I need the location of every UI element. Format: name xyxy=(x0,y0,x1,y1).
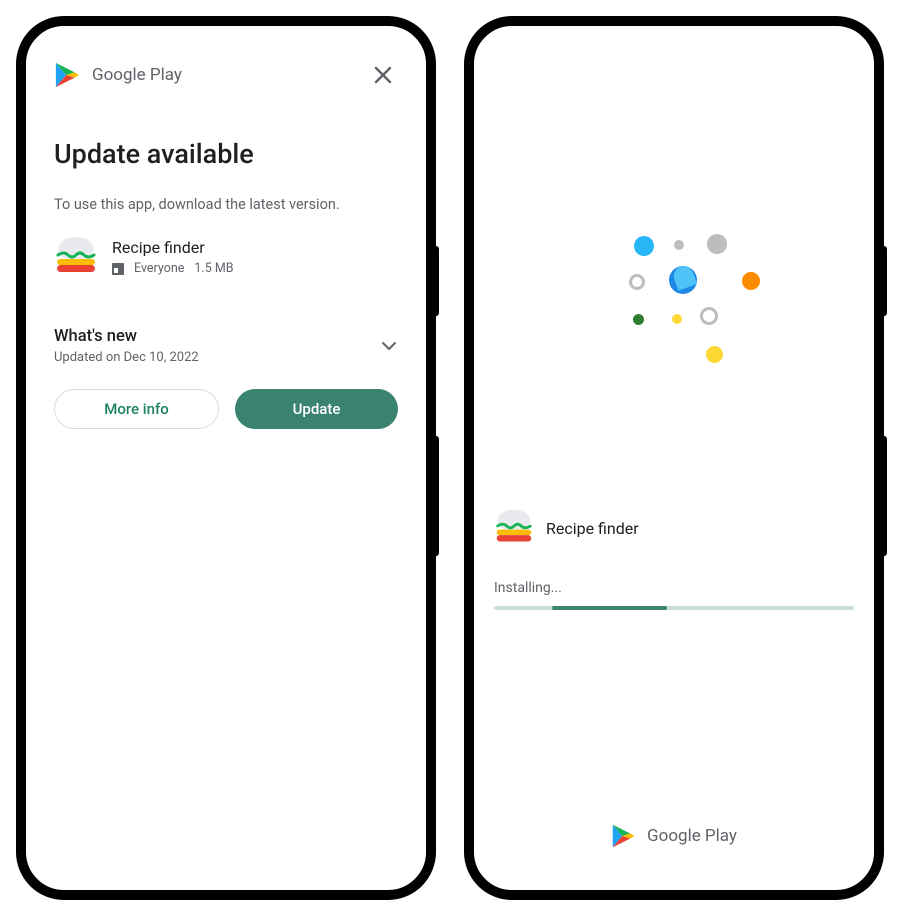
installing-app-name: Recipe finder xyxy=(546,519,639,538)
brand-label: Google Play xyxy=(92,65,182,85)
app-name: Recipe finder xyxy=(112,238,234,257)
page-subtitle: To use this app, download the latest ver… xyxy=(54,196,398,213)
app-summary-row: Recipe finder Everyone 1.5 MB xyxy=(54,233,398,281)
install-status: Installing... xyxy=(494,580,854,596)
whats-new-updated: Updated on Dec 10, 2022 xyxy=(54,350,199,365)
phone-frame-right: Recipe finder Installing... Google Play xyxy=(464,16,884,900)
google-play-brand: Google Play xyxy=(54,60,182,90)
installing-app-row: Recipe finder xyxy=(494,506,854,550)
more-info-label: More info xyxy=(104,400,169,418)
content-rating-icon xyxy=(112,263,124,275)
app-size: 1.5 MB xyxy=(194,261,233,276)
install-progress-fill xyxy=(552,606,667,610)
chevron-down-icon xyxy=(380,337,398,355)
page-title: Update available xyxy=(54,138,398,170)
footer-brand-label: Google Play xyxy=(647,826,737,846)
close-icon xyxy=(374,66,392,84)
install-progress-track xyxy=(494,606,854,610)
google-play-icon xyxy=(611,822,637,850)
footer-brand: Google Play xyxy=(494,822,854,850)
close-button[interactable] xyxy=(368,60,398,90)
app-icon xyxy=(54,233,98,281)
whats-new-toggle[interactable]: What's new Updated on Dec 10, 2022 xyxy=(54,327,398,365)
phone-frame-left: Google Play Update available To use this… xyxy=(16,16,436,900)
more-info-button[interactable]: More info xyxy=(54,389,219,429)
app-icon xyxy=(494,506,534,550)
update-button[interactable]: Update xyxy=(235,389,398,429)
whats-new-title: What's new xyxy=(54,327,199,346)
update-label: Update xyxy=(293,400,341,418)
content-rating-label: Everyone xyxy=(134,261,184,276)
loading-animation xyxy=(494,26,854,506)
google-play-icon xyxy=(54,60,82,90)
